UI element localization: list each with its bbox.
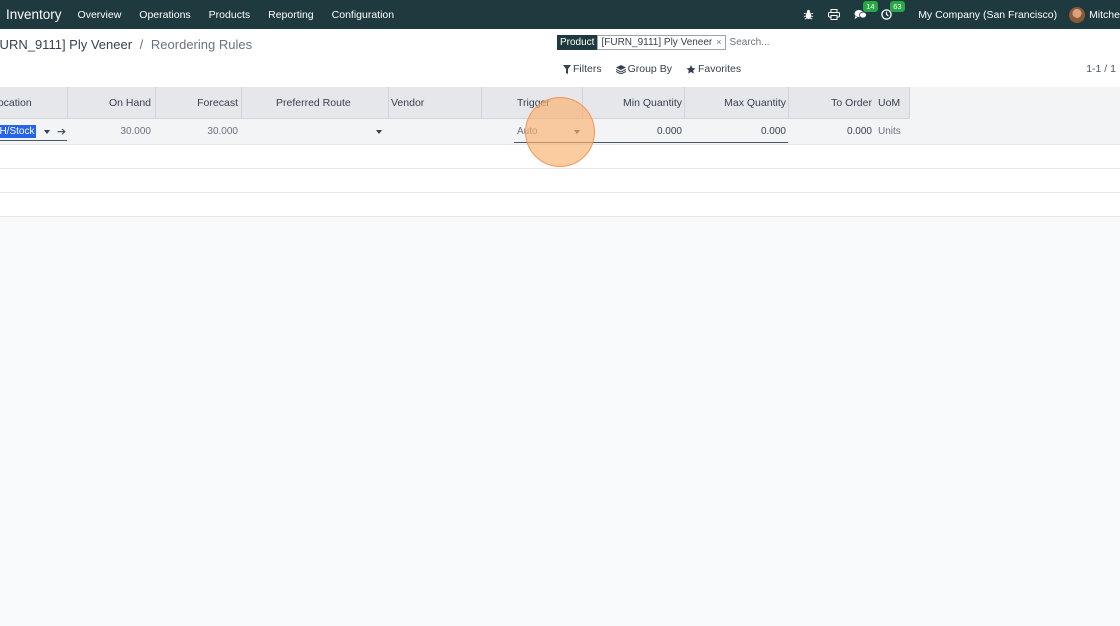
breadcrumb-separator: / xyxy=(139,37,144,52)
header-min-quantity[interactable]: Min Quantity xyxy=(583,87,682,119)
header-max-quantity[interactable]: Max Quantity xyxy=(685,87,786,119)
control-panel: [FURN_9111] Ply Veneer / Reordering Rule… xyxy=(0,29,1120,87)
table-row-empty xyxy=(0,169,1120,193)
user-menu[interactable]: Mitche xyxy=(1089,9,1120,21)
breadcrumb-parent[interactable]: [FURN_9111] Ply Veneer xyxy=(0,37,132,52)
group-by-label: Group By xyxy=(627,63,672,75)
vendor-field[interactable] xyxy=(391,119,479,145)
table-row[interactable]: WH/Stock ➔ 30.000 30.000 Auto 0.000 0.00… xyxy=(0,119,1120,145)
table-row-empty xyxy=(0,145,1120,169)
menu-configuration[interactable]: Configuration xyxy=(332,9,394,21)
internal-link-arrow-icon[interactable]: ➔ xyxy=(57,126,66,138)
empty-rows xyxy=(0,145,1120,217)
filter-icon xyxy=(563,64,571,74)
star-icon xyxy=(686,64,696,74)
layers-icon xyxy=(615,64,626,74)
menu-products[interactable]: Products xyxy=(209,9,250,21)
app-name[interactable]: Inventory xyxy=(0,7,62,22)
header-preferred-route[interactable]: Preferred Route xyxy=(276,87,351,119)
trigger-dropdown-icon[interactable] xyxy=(574,130,580,134)
cell-on-hand: 30.000 xyxy=(120,126,151,137)
bug-icon[interactable] xyxy=(803,9,814,20)
location-field[interactable]: WH/Stock ➔ xyxy=(0,124,67,141)
cell-forecast: 30.000 xyxy=(207,126,238,137)
filters-button[interactable]: Filters xyxy=(563,63,602,75)
menu-reporting[interactable]: Reporting xyxy=(268,9,314,21)
search-facet-text: [FURN_9111] Ply Veneer xyxy=(601,36,713,48)
favorites-label: Favorites xyxy=(697,63,742,75)
table-header: Location On Hand Forecast Preferred Rout… xyxy=(0,87,1120,119)
activities-count-badge: 63 xyxy=(890,1,905,12)
breadcrumb-current: Reordering Rules xyxy=(150,37,253,52)
header-vendor[interactable]: Vendor xyxy=(391,87,424,119)
header-to-order[interactable]: To Order xyxy=(789,87,872,119)
messages-count-badge: 14 xyxy=(863,1,878,12)
preferred-route-field[interactable] xyxy=(276,119,382,145)
facet-remove-icon[interactable]: × xyxy=(716,36,721,49)
filters-label: Filters xyxy=(573,63,602,75)
print-icon[interactable] xyxy=(828,9,841,20)
top-navbar: Inventory Overview Operations Products R… xyxy=(0,0,1120,29)
header-forecast[interactable]: Forecast xyxy=(156,87,238,119)
search-facet-value: [FURN_9111] Ply Veneer × xyxy=(597,34,726,50)
search-bar: Product [FURN_9111] Ply Veneer × xyxy=(557,34,1120,50)
chat-icon[interactable]: 14 xyxy=(854,1,878,20)
table-row-empty xyxy=(0,193,1120,217)
search-input[interactable] xyxy=(729,36,1030,48)
header-uom[interactable]: UoM xyxy=(878,87,900,119)
company-switcher[interactable]: My Company (San Francisco) xyxy=(918,9,1057,21)
header-location[interactable]: Location xyxy=(0,87,32,119)
pager-value[interactable]: 1-1 / 1 xyxy=(1086,63,1116,75)
navbar-systray: 14 63 My Company (San Francisco) Mitche xyxy=(803,0,1120,29)
favorites-button[interactable]: Favorites xyxy=(686,63,741,75)
menu-operations[interactable]: Operations xyxy=(139,9,190,21)
menu-overview[interactable]: Overview xyxy=(78,9,122,21)
search-options: Filters Group By Favorites xyxy=(563,63,755,75)
avatar[interactable] xyxy=(1069,6,1086,23)
location-dropdown-icon[interactable] xyxy=(44,130,50,134)
location-input[interactable]: WH/Stock xyxy=(0,125,37,138)
reordering-rules-list: Location On Hand Forecast Preferred Rout… xyxy=(0,87,1120,217)
search-facet-label: Product xyxy=(557,34,598,50)
header-trigger[interactable]: Trigger xyxy=(517,87,550,119)
cell-to-order: 0.000 xyxy=(846,126,872,137)
route-dropdown-icon[interactable] xyxy=(376,130,382,134)
breadcrumb: [FURN_9111] Ply Veneer / Reordering Rule… xyxy=(0,37,252,52)
cell-uom: Units xyxy=(878,126,901,137)
clock-icon[interactable]: 63 xyxy=(881,1,905,20)
header-on-hand[interactable]: On Hand xyxy=(68,87,151,119)
group-by-button[interactable]: Group By xyxy=(615,63,672,75)
